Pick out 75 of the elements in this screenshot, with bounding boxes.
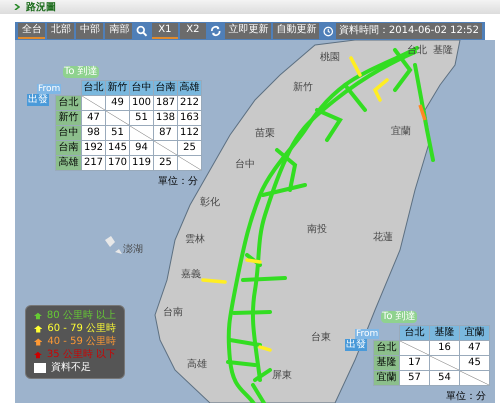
map-label: 嘉義: [181, 268, 201, 282]
unit-text: 單位：分: [158, 175, 198, 189]
column-header: 台南: [154, 80, 178, 96]
map-label: 花蓮: [373, 230, 393, 245]
table-cell: 54: [430, 370, 460, 386]
table-cell: 17: [400, 356, 430, 370]
chevron-icon: [14, 4, 20, 10]
legend-label: 60 - 79 公里時: [47, 323, 116, 335]
map-label: 桃園: [320, 50, 340, 65]
map-label: 台南: [163, 306, 183, 320]
refresh-icon[interactable]: [210, 25, 222, 37]
diagonal-line: [106, 111, 129, 125]
row-header: 台北: [56, 96, 82, 110]
legend-label: 40 - 59 公里時: [47, 336, 116, 348]
to-label: To 到達: [63, 66, 99, 78]
diagonal-line: [460, 371, 489, 385]
diagonal-line: [400, 341, 429, 355]
row-header: 台北: [374, 340, 400, 356]
clock-icon: [323, 26, 334, 36]
column-header: 高雄: [178, 80, 202, 96]
row-header: 新竹: [56, 110, 82, 126]
to-label: To 到達: [381, 311, 417, 323]
table-cell: 57: [400, 370, 430, 386]
map-label: 彰化: [200, 196, 220, 210]
search-icon: [136, 25, 148, 37]
toolbar-tab[interactable]: X1: [152, 23, 178, 39]
row-header: 台南: [56, 140, 82, 156]
toolbar-tab[interactable]: 全台: [18, 23, 46, 39]
toolbar-tab[interactable]: X2: [180, 23, 206, 39]
islet-drawing: [105, 236, 122, 254]
column-header: 新竹: [106, 80, 130, 96]
column-header: 台北: [82, 80, 106, 96]
diagonal-line: [154, 141, 177, 155]
map-label: 基隆: [433, 44, 453, 58]
map-label: 台中: [235, 158, 255, 172]
map-label: 屏東: [272, 368, 292, 383]
unit-text: 單位：分: [446, 390, 486, 403]
action-button[interactable]: 立即更新: [225, 23, 272, 39]
legend-label: 資料不足: [51, 362, 91, 374]
column-header: 台中: [130, 80, 154, 96]
column-header: 宜蘭: [460, 326, 490, 340]
diagonal-line: [430, 356, 459, 370]
row-header: 宜蘭: [374, 370, 400, 386]
map-label: 台東: [311, 330, 331, 345]
diagonal-line: [82, 96, 105, 110]
table-cell: 47: [460, 340, 490, 356]
from-label: From: [37, 84, 62, 94]
table-cell: 45: [460, 356, 490, 370]
row-header: 基隆: [374, 356, 400, 370]
row-header: 高雄: [56, 156, 82, 170]
from-label: 出發: [27, 94, 49, 106]
diagonal-line: [130, 126, 153, 140]
table-cell: 16: [430, 340, 460, 356]
map-label: 南投: [307, 222, 327, 237]
toolbar-tab[interactable]: 中部: [76, 23, 104, 39]
map-label: 澎湖: [123, 242, 143, 257]
diagonal-line: [178, 156, 201, 170]
toolbar-tab[interactable]: 北部: [47, 23, 74, 39]
map-label: 苗栗: [255, 126, 275, 141]
row-header: 台中: [56, 126, 82, 140]
data-time: 資料時間：2014-06-02 12:52: [336, 23, 482, 39]
from-label: 出發: [345, 339, 367, 351]
legend-label: 80 公里時 以上: [46, 310, 116, 322]
from-label: From: [355, 329, 380, 339]
map-label: 新竹: [293, 80, 313, 95]
legend-label: 35 公里時 以下: [46, 349, 116, 361]
map-label: 雲林: [185, 232, 205, 247]
action-button[interactable]: 自動更新: [273, 23, 320, 39]
map-label: 高雄: [187, 358, 207, 372]
page-title: 路況圖: [26, 0, 56, 14]
column-header: 基隆: [430, 326, 460, 340]
column-header: 台北: [400, 326, 430, 340]
map-label: 宜蘭: [391, 124, 411, 139]
map-label: 台北: [407, 44, 427, 58]
toolbar-tab[interactable]: 南部: [105, 23, 132, 39]
